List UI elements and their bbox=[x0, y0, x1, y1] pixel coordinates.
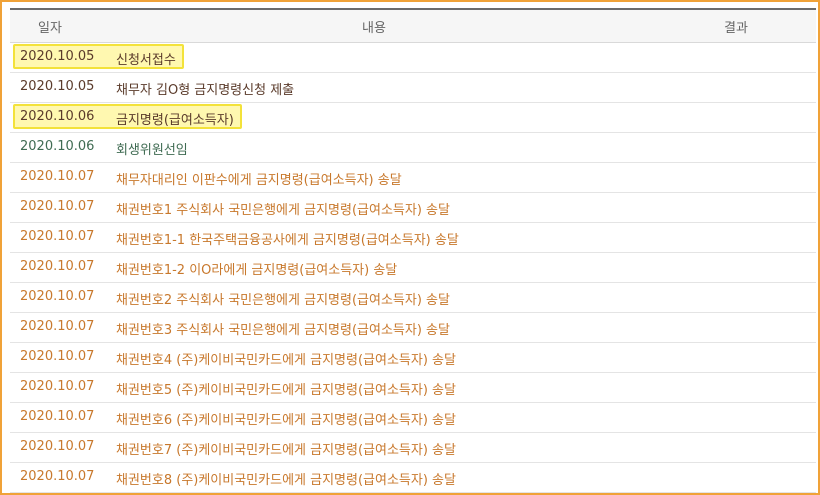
row-date: 2020.10.05 bbox=[20, 79, 95, 94]
row-content: 채권번호1-1 한국주택금융공사에게 금지명령(급여소득자) 송달 bbox=[116, 233, 459, 248]
header-date: 일자 bbox=[38, 21, 62, 36]
row-content: 채권번호5 (주)케이비국민카드에게 금지명령(급여소득자) 송달 bbox=[116, 383, 456, 398]
row-date: 2020.10.05 bbox=[20, 49, 95, 64]
table-row: 2020.10.07 채권번호2 주식회사 국민은행에게 금지명령(급여소득자) … bbox=[10, 283, 816, 313]
table-row: 2020.10.07 채권번호1-2 이O라에게 금지명령(급여소득자) 송달 bbox=[10, 253, 816, 283]
table-row: 2020.10.07 채권번호5 (주)케이비국민카드에게 금지명령(급여소득자)… bbox=[10, 373, 816, 403]
row-content: 채권번호7 (주)케이비국민카드에게 금지명령(급여소득자) 송달 bbox=[116, 443, 456, 458]
table-row: 2020.10.07 채권번호6 (주)케이비국민카드에게 금지명령(급여소득자)… bbox=[10, 403, 816, 433]
table-row: 2020.10.07 채무자대리인 이판수에게 금지명령(급여소득자) 송달 bbox=[10, 163, 816, 193]
table-header: 일자 내용 결과 bbox=[10, 8, 816, 43]
case-progress-table: 일자 내용 결과 2020.10.05 신청서접수 2020.10.05 채무자 김O… bbox=[10, 8, 816, 493]
table-row: 2020.10.05 신청서접수 bbox=[10, 43, 816, 73]
row-date: 2020.10.07 bbox=[20, 349, 95, 364]
row-date: 2020.10.07 bbox=[20, 259, 95, 274]
table-row: 2020.10.07 채권번호1-1 한국주택금융공사에게 금지명령(급여소득자)… bbox=[10, 223, 816, 253]
table-row: 2020.10.05 채무자 김O형 금지명령신청 제출 bbox=[10, 73, 816, 103]
row-content: 신청서접수 bbox=[116, 53, 176, 68]
row-date: 2020.10.07 bbox=[20, 409, 95, 424]
row-date: 2020.10.07 bbox=[20, 319, 95, 334]
row-content: 채무자대리인 이판수에게 금지명령(급여소득자) 송달 bbox=[116, 173, 402, 188]
row-date: 2020.10.07 bbox=[20, 439, 95, 454]
row-date: 2020.10.06 bbox=[20, 109, 95, 124]
row-date: 2020.10.07 bbox=[20, 199, 95, 214]
row-date: 2020.10.07 bbox=[20, 229, 95, 244]
row-date: 2020.10.06 bbox=[20, 139, 95, 154]
table-row: 2020.10.07 채권번호3 주식회사 국민은행에게 금지명령(급여소득자) … bbox=[10, 313, 816, 343]
table-row: 2020.10.07 채권번호8 (주)케이비국민카드에게 금지명령(급여소득자)… bbox=[10, 463, 816, 493]
row-content: 채권번호2 주식회사 국민은행에게 금지명령(급여소득자) 송달 bbox=[116, 293, 450, 308]
row-date: 2020.10.07 bbox=[20, 469, 95, 484]
table-row: 2020.10.07 채권번호7 (주)케이비국민카드에게 금지명령(급여소득자)… bbox=[10, 433, 816, 463]
table-row: 2020.10.06 금지명령(급여소득자) bbox=[10, 103, 816, 133]
row-content: 채권번호6 (주)케이비국민카드에게 금지명령(급여소득자) 송달 bbox=[116, 413, 456, 428]
table-body: 2020.10.05 신청서접수 2020.10.05 채무자 김O형 금지명령신청 … bbox=[10, 43, 816, 493]
header-content: 내용 bbox=[362, 21, 386, 36]
row-content: 채권번호1-2 이O라에게 금지명령(급여소득자) 송달 bbox=[116, 263, 398, 278]
row-content: 채무자 김O형 금지명령신청 제출 bbox=[116, 83, 295, 98]
table-row: 2020.10.07 채권번호1 주식회사 국민은행에게 금지명령(급여소득자) … bbox=[10, 193, 816, 223]
row-content: 채권번호3 주식회사 국민은행에게 금지명령(급여소득자) 송달 bbox=[116, 323, 450, 338]
row-content: 채권번호1 주식회사 국민은행에게 금지명령(급여소득자) 송달 bbox=[116, 203, 450, 218]
row-content: 회생위원선임 bbox=[116, 143, 188, 158]
row-date: 2020.10.07 bbox=[20, 169, 95, 184]
row-content: 채권번호8 (주)케이비국민카드에게 금지명령(급여소득자) 송달 bbox=[116, 473, 456, 488]
header-result: 결과 bbox=[724, 21, 748, 36]
row-content: 금지명령(급여소득자) bbox=[116, 113, 234, 128]
table-row: 2020.10.06 회생위원선임 bbox=[10, 133, 816, 163]
row-date: 2020.10.07 bbox=[20, 289, 95, 304]
screenshot-frame: 일자 내용 결과 2020.10.05 신청서접수 2020.10.05 채무자 김O… bbox=[0, 0, 820, 495]
row-date: 2020.10.07 bbox=[20, 379, 95, 394]
table-row: 2020.10.07 채권번호4 (주)케이비국민카드에게 금지명령(급여소득자)… bbox=[10, 343, 816, 373]
row-content: 채권번호4 (주)케이비국민카드에게 금지명령(급여소득자) 송달 bbox=[116, 353, 456, 368]
